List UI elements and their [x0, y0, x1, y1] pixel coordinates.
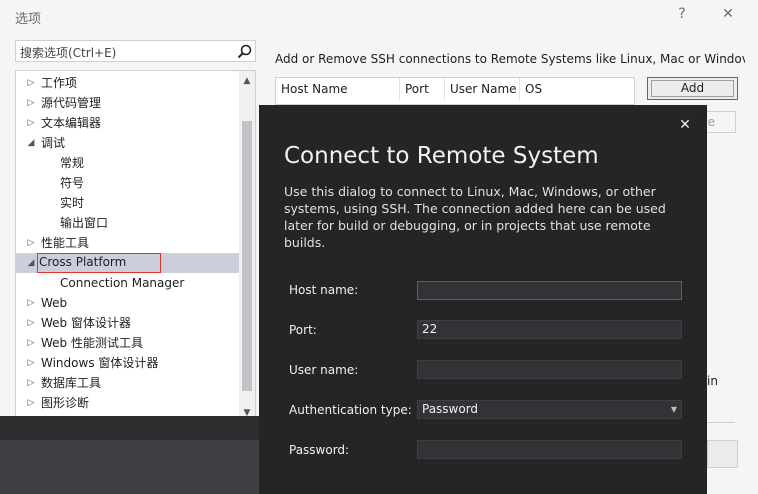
password-input[interactable] — [417, 440, 682, 459]
title-bar: 选项 ? ✕ — [0, 0, 758, 32]
tree-item-label: 图形诊断 — [41, 396, 90, 410]
add-button[interactable]: Add — [647, 77, 738, 100]
auth-type-select[interactable]: Password ▼ — [417, 400, 682, 419]
tree-item-label: 常规 — [60, 156, 85, 170]
scroll-thumb[interactable] — [242, 121, 252, 391]
search-icon[interactable] — [236, 43, 253, 60]
tree-item-label: 文本编辑器 — [41, 116, 102, 130]
expand-arrow-icon[interactable]: ▷ — [25, 233, 37, 253]
connect-close-icon[interactable]: ✕ — [677, 117, 693, 133]
connect-description: Use this dialog to connect to Linux, Mac… — [284, 184, 666, 250]
background-button[interactable] — [707, 440, 738, 468]
search-input[interactable]: 搜索选项(Ctrl+E) — [20, 44, 116, 61]
tree-item-label: 源代码管理 — [41, 96, 102, 110]
column-host-name[interactable]: Host Name — [276, 78, 400, 100]
expand-arrow-icon[interactable]: ▷ — [25, 333, 37, 353]
connect-title: Connect to Remote System — [284, 143, 599, 169]
tree-item[interactable]: ▷ Windows 窗体设计器 — [16, 353, 240, 373]
expand-arrow-icon[interactable]: ▷ — [25, 73, 37, 93]
tree-item-label: 调试 — [41, 136, 66, 150]
column-port[interactable]: Port — [400, 78, 445, 100]
tree-item-label: Web 性能测试工具 — [41, 336, 143, 350]
column-user-name[interactable]: User Name — [445, 78, 520, 100]
tree-item[interactable]: 实时 — [16, 193, 240, 213]
password-label: Password: — [289, 443, 350, 457]
tree-item[interactable]: ▷ Web — [16, 293, 240, 313]
user-name-label: User name: — [289, 363, 359, 377]
tree-item[interactable]: 常规 — [16, 153, 240, 173]
collapse-arrow-icon[interactable]: ◢ — [25, 253, 37, 273]
expand-arrow-icon[interactable]: ▷ — [25, 293, 37, 313]
tree-item-label: 实时 — [60, 196, 85, 210]
tree-item-label: Cross Platform — [36, 253, 162, 273]
expand-arrow-icon[interactable]: ▷ — [25, 393, 37, 413]
tree-item[interactable]: ◢ Cross Platform — [16, 253, 240, 273]
tree-item-label: Windows 窗体设计器 — [41, 356, 159, 370]
tree-item[interactable]: 符号 — [16, 173, 240, 193]
tree-item-label: Connection Manager — [60, 276, 185, 290]
user-name-input[interactable] — [417, 360, 682, 379]
tree-item[interactable]: ▷ 工作项 — [16, 73, 240, 93]
tree-item[interactable]: ▷ 数据库工具 — [16, 373, 240, 393]
background-ide-panel — [0, 440, 259, 494]
expand-arrow-icon[interactable]: ▷ — [25, 353, 37, 373]
tree-scrollbar[interactable]: ▲ ▼ — [239, 71, 255, 423]
options-tree: ▷文本模板化▷图形诊断▷数据库工具▷Windows 窗体设计器▷Web 性能测试… — [15, 70, 256, 424]
dialog-title: 选项 — [15, 12, 42, 27]
chevron-down-icon[interactable]: ▼ — [671, 401, 677, 418]
column-os[interactable]: OS — [520, 78, 634, 100]
tree-item[interactable]: 输出窗口 — [16, 213, 240, 233]
host-name-label: Host name: — [289, 283, 359, 297]
connection-manager-description: Add or Remove SSH connections to Remote … — [275, 52, 745, 66]
tree-item-label: 输出窗口 — [60, 216, 109, 230]
tree-item-label: 工作项 — [41, 76, 78, 90]
tree-item-label: 数据库工具 — [41, 376, 102, 390]
expand-arrow-icon[interactable]: ▷ — [25, 93, 37, 113]
close-button[interactable]: ✕ — [716, 6, 740, 26]
tree-item[interactable]: ▷ 图形诊断 — [16, 393, 240, 413]
expand-arrow-icon[interactable]: ▷ — [25, 113, 37, 133]
tree-item-label: Web — [41, 296, 68, 310]
tree-item-label: 性能工具 — [41, 236, 90, 250]
expand-arrow-icon[interactable]: ▷ — [25, 313, 37, 333]
scroll-up-icon[interactable]: ▲ — [239, 73, 255, 89]
tree-item[interactable]: ▷ Web 性能测试工具 — [16, 333, 240, 353]
tree-item[interactable]: ▷ 文本编辑器 — [16, 113, 240, 133]
add-button-focus — [651, 80, 734, 97]
search-box[interactable]: 搜索选项(Ctrl+E) — [15, 40, 256, 62]
tree-item[interactable]: ◢ 调试 — [16, 133, 240, 153]
connections-grid[interactable]: Host Name Port User Name OS — [275, 77, 635, 105]
port-input[interactable]: 22 — [417, 320, 682, 339]
port-label: Port: — [289, 323, 317, 337]
tree-item[interactable]: Connection Manager — [16, 273, 240, 293]
tree-item-label: Web 窗体设计器 — [41, 316, 131, 330]
auth-type-value: Password — [422, 402, 479, 416]
tree-item[interactable]: ▷ 性能工具 — [16, 233, 240, 253]
collapse-arrow-icon[interactable]: ◢ — [25, 133, 37, 153]
tree-item[interactable]: ▷ Web 窗体设计器 — [16, 313, 240, 333]
background-divider — [707, 422, 735, 423]
connect-remote-dialog: ✕ Connect to Remote System Use this dial… — [259, 105, 707, 494]
tree-item[interactable]: ▷ 源代码管理 — [16, 93, 240, 113]
auth-type-label: Authentication type: — [289, 403, 412, 417]
help-button[interactable]: ? — [670, 6, 694, 26]
host-name-input[interactable] — [417, 281, 682, 300]
tree-item-label: 符号 — [60, 176, 85, 190]
background-text-fragment: in — [707, 374, 718, 388]
expand-arrow-icon[interactable]: ▷ — [25, 373, 37, 393]
